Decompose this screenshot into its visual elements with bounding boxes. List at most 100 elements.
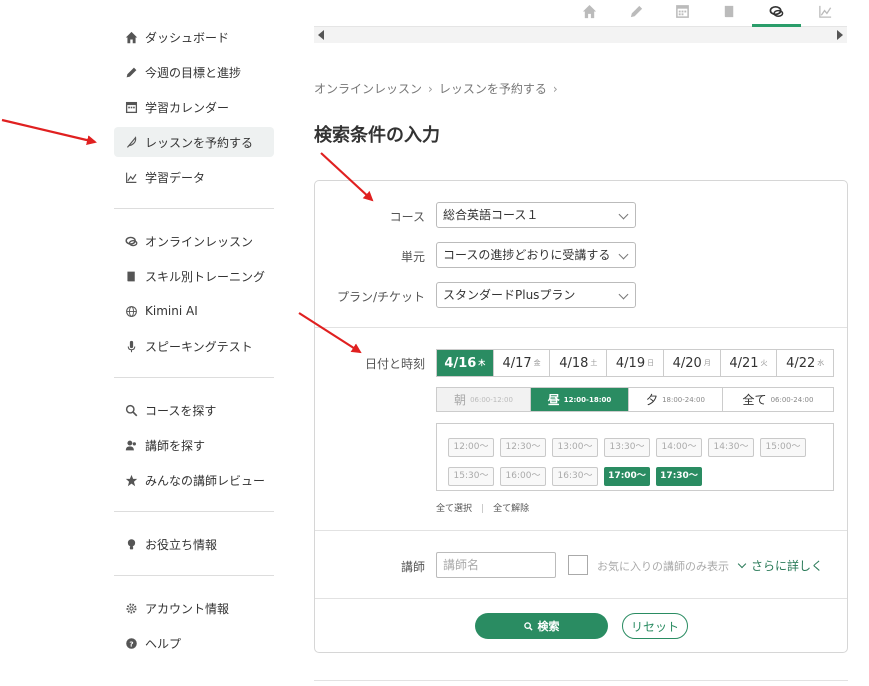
sidebar-item-label: 今週の目標と進捗: [145, 65, 242, 80]
footer-divider: [314, 680, 848, 681]
time-slot-button[interactable]: 16:00〜: [500, 467, 546, 486]
chevron-down-icon: [737, 559, 747, 569]
course-select[interactable]: 総合英語コース１: [436, 202, 636, 228]
sidebar-divider: [114, 575, 274, 576]
calendar-tab-icon[interactable]: [672, 2, 692, 20]
sidebar-divider: [114, 511, 274, 512]
time-slot-button[interactable]: 12:30〜: [500, 438, 546, 457]
scroll-left-arrow-icon[interactable]: [318, 30, 324, 40]
search-button-label: 検索: [537, 620, 560, 633]
favorite-only-label: お気に入りの講師のみ表示: [597, 560, 729, 573]
sidebar-item[interactable]: Kimini AI: [114, 296, 274, 326]
course-select-value: 総合英語コース１: [443, 208, 539, 222]
time-slot-button[interactable]: 13:30〜: [604, 438, 650, 457]
sidebar-item[interactable]: オンラインレッスン: [114, 226, 274, 256]
time-slot-button[interactable]: 16:30〜: [552, 467, 598, 486]
date-option[interactable]: 4/20 月: [664, 350, 721, 376]
chevron-down-icon: [618, 289, 629, 300]
time-period-option[interactable]: 昼 12:00-18:00: [531, 388, 629, 411]
mic-icon: [124, 339, 138, 353]
time-period-option[interactable]: 朝 06:00-12:00: [437, 388, 531, 411]
feather-icon: [124, 135, 138, 149]
sidebar-item[interactable]: コースを探す: [114, 395, 274, 425]
date-option[interactable]: 4/22 水: [777, 350, 833, 376]
day-of-week: 土: [590, 359, 598, 367]
sidebar-item[interactable]: 講師を探す: [114, 430, 274, 460]
time-slot-button[interactable]: 14:00〜: [656, 438, 702, 457]
select-all-link[interactable]: 全て選択: [436, 504, 472, 514]
sidebar-item[interactable]: ダッシュボード: [114, 22, 274, 52]
time-period-label: 全て: [742, 393, 767, 407]
section-divider: [315, 530, 847, 531]
deselect-all-link[interactable]: 全て解除: [493, 504, 529, 514]
red-arrow-icon: [1, 118, 97, 146]
plan-label: プラン/チケット: [336, 290, 425, 304]
more-options-label: さらに詳しく: [751, 559, 824, 573]
course-label: コース: [389, 210, 425, 224]
time-period-range: 06:00-24:00: [770, 395, 814, 404]
sidebar-item[interactable]: ? ヘルプ: [114, 628, 274, 658]
unit-select[interactable]: コースの進捗どおりに受講する: [436, 242, 636, 268]
breadcrumb-separator-icon: ›: [428, 82, 433, 96]
date-option[interactable]: 4/18 土: [550, 350, 608, 376]
date-option[interactable]: 4/16 木: [437, 350, 494, 376]
sidebar-item[interactable]: レッスンを予約する: [114, 127, 274, 157]
date-time-label: 日付と時刻: [364, 357, 425, 371]
time-period-option[interactable]: 夕 18:00-24:00: [629, 388, 723, 411]
date-text: 4/19: [615, 355, 646, 371]
sidebar-item[interactable]: みんなの講師レビュー: [114, 465, 274, 495]
sidebar-item[interactable]: スピーキングテスト: [114, 331, 274, 361]
time-slot-button[interactable]: 15:30〜: [448, 467, 494, 486]
sidebar-item[interactable]: アカウント情報: [114, 593, 274, 623]
chat-tab-icon[interactable]: [766, 2, 786, 20]
time-slot-button[interactable]: 17:30〜: [656, 467, 702, 486]
day-of-week: 日: [647, 359, 655, 367]
favorite-only-checkbox[interactable]: [568, 555, 588, 575]
home-tab-icon[interactable]: [579, 2, 599, 20]
sidebar-item[interactable]: お役立ち情報: [114, 529, 274, 559]
plan-select[interactable]: スタンダードPlusプラン: [436, 282, 636, 308]
sidebar-item-label: レッスンを予約する: [145, 135, 254, 150]
tab-scrollbar[interactable]: [314, 27, 847, 43]
search-button[interactable]: 検索: [475, 613, 608, 639]
time-period-option[interactable]: 全て 06:00-24:00: [723, 388, 833, 411]
sidebar-item-label: 学習データ: [145, 170, 206, 185]
date-text: 4/22: [786, 355, 816, 371]
star-icon: [124, 473, 138, 487]
day-of-week: 水: [817, 359, 825, 367]
time-slot-button[interactable]: 15:00〜: [760, 438, 806, 457]
chart-tab-icon[interactable]: [815, 2, 835, 20]
breadcrumb-separator-icon: ›: [552, 82, 558, 96]
pencil-tab-icon[interactable]: [626, 2, 646, 20]
reset-button[interactable]: リセット: [622, 613, 688, 639]
book-tab-icon[interactable]: [719, 2, 739, 20]
search-icon: [124, 403, 138, 417]
page-title: 検索条件の入力: [314, 125, 440, 146]
date-option[interactable]: 4/19 日: [607, 350, 664, 376]
users-icon: [124, 438, 138, 452]
time-slot-button[interactable]: 14:30〜: [708, 438, 754, 457]
time-slot-button[interactable]: 13:00〜: [552, 438, 598, 457]
date-option[interactable]: 4/17 金: [494, 350, 551, 376]
sidebar-item[interactable]: スキル別トレーニング: [114, 261, 274, 291]
pencil-icon: [124, 65, 138, 79]
sidebar-item[interactable]: 今週の目標と進捗: [114, 57, 274, 87]
sidebar-item-label: スピーキングテスト: [145, 339, 253, 354]
time-slot-button[interactable]: 17:00〜: [604, 467, 650, 486]
sidebar-item-label: ヘルプ: [145, 636, 182, 651]
breadcrumb: オンラインレッスン › レッスンを予約する ›: [314, 80, 564, 97]
time-period-range: 12:00-18:00: [563, 395, 612, 404]
breadcrumb-item[interactable]: レッスンを予約する: [439, 82, 547, 96]
globe-icon: [124, 304, 138, 318]
breadcrumb-item[interactable]: オンラインレッスン: [314, 82, 422, 96]
sidebar-divider: [114, 208, 274, 209]
time-slot-button[interactable]: 12:00〜: [448, 438, 494, 457]
teacher-name-input[interactable]: [436, 552, 556, 578]
more-options-link[interactable]: さらに詳しく: [737, 557, 824, 574]
sidebar-item-label: 講師を探す: [145, 438, 206, 453]
sidebar-item-label: 学習カレンダー: [145, 100, 230, 115]
sidebar-item[interactable]: 学習カレンダー: [114, 92, 274, 122]
sidebar-item[interactable]: 学習データ: [114, 162, 274, 192]
scroll-right-arrow-icon[interactable]: [837, 30, 843, 40]
date-option[interactable]: 4/21 火: [721, 350, 778, 376]
